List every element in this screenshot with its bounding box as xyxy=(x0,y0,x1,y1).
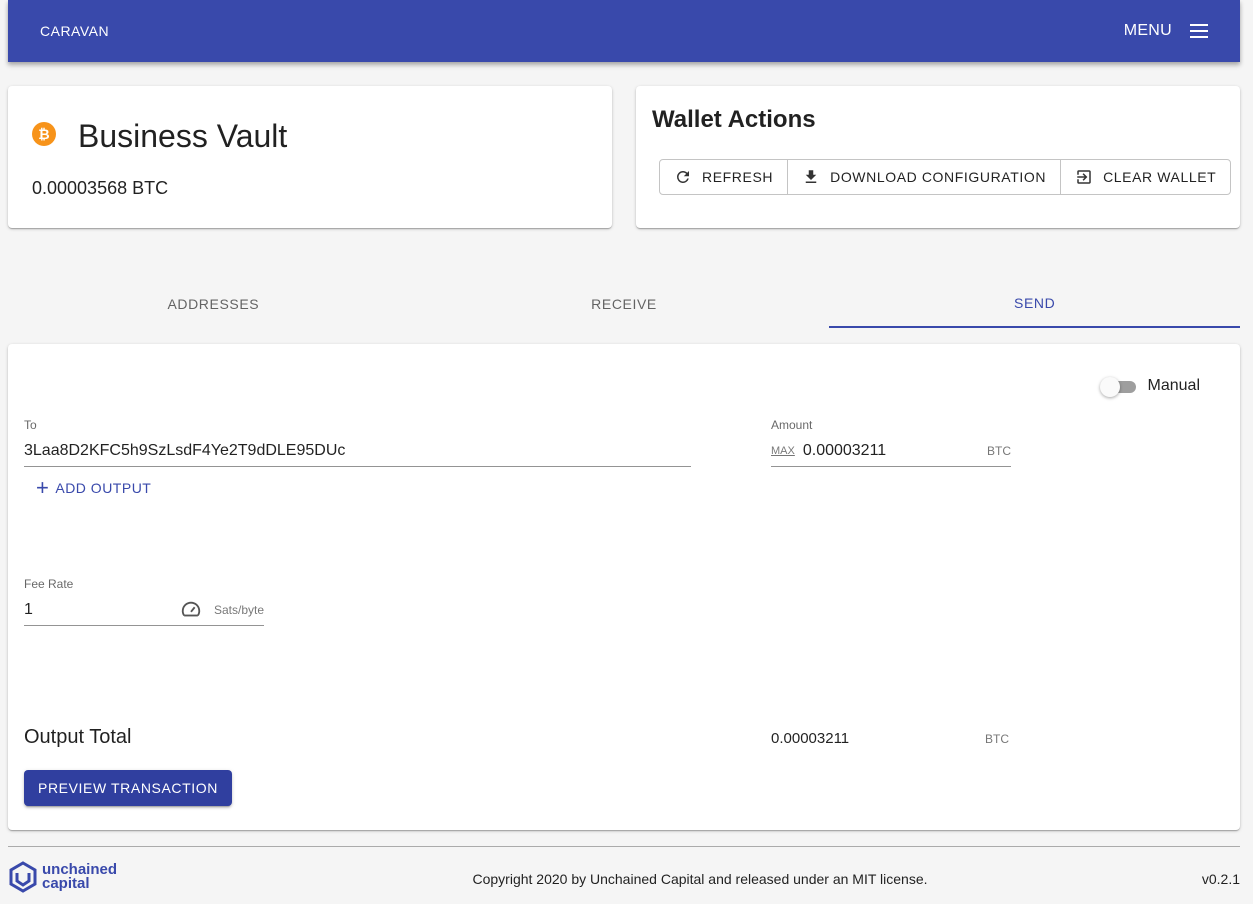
to-field xyxy=(24,435,691,467)
wallet-tabs: ADDRESSES RECEIVE SEND xyxy=(8,280,1241,328)
hamburger-icon xyxy=(1190,24,1208,38)
wallet-actions-button-group: REFRESH DOWNLOAD CONFIGURATION CLEAR WAL… xyxy=(659,159,1232,195)
download-icon xyxy=(805,170,817,183)
max-amount-link[interactable]: MAX xyxy=(771,445,795,457)
refresh-label: REFRESH xyxy=(702,169,774,185)
app-bar: CARAVAN MENU xyxy=(8,0,1240,62)
bitcoin-icon: ₿ xyxy=(32,122,56,146)
add-output-button[interactable]: + ADD OUTPUT xyxy=(36,475,152,500)
wallet-actions-title: Wallet Actions xyxy=(652,106,816,133)
version-label: v0.2.1 xyxy=(1201,871,1240,887)
copyright-text: Copyright 2020 by Unchained Capital and … xyxy=(472,871,928,887)
menu-label: MENU xyxy=(1123,22,1172,39)
to-address-input[interactable] xyxy=(24,441,691,460)
to-label: To xyxy=(24,418,37,432)
menu-button[interactable]: MENU xyxy=(1124,22,1208,40)
amount-input[interactable] xyxy=(802,441,987,460)
fee-rate-field: Sats/byte xyxy=(24,594,264,626)
manual-label: Manual xyxy=(1147,377,1200,394)
preview-transaction-button[interactable]: PREVIEW TRANSACTION xyxy=(24,770,232,806)
footer-divider xyxy=(8,846,1240,847)
fee-rate-label: Fee Rate xyxy=(24,577,74,591)
refresh-button[interactable]: REFRESH xyxy=(660,160,789,194)
refresh-icon xyxy=(676,170,689,183)
plus-icon: + xyxy=(36,475,50,500)
manual-toggle-group: Manual xyxy=(1099,376,1200,397)
fee-rate-input[interactable] xyxy=(24,600,180,619)
amount-label: Amount xyxy=(771,418,813,432)
send-form-card: Manual To Amount MAX BTC + ADD OUTPUT Fe… xyxy=(8,344,1240,830)
output-total-label: Output Total xyxy=(24,726,132,748)
tab-receive[interactable]: RECEIVE xyxy=(419,280,830,328)
tab-addresses[interactable]: ADDRESSES xyxy=(8,280,419,328)
add-output-label: ADD OUTPUT xyxy=(55,480,152,496)
switch-thumb xyxy=(1099,377,1120,397)
clear-wallet-button[interactable]: CLEAR WALLET xyxy=(1061,160,1230,194)
output-total-unit: BTC xyxy=(985,732,1009,746)
download-configuration-label: DOWNLOAD CONFIGURATION xyxy=(830,169,1047,185)
wallet-balance: 0.00003568 BTC xyxy=(32,178,169,198)
fee-rate-unit: Sats/byte xyxy=(213,602,264,617)
app-brand[interactable]: CARAVAN xyxy=(40,23,109,39)
manual-switch[interactable] xyxy=(1099,376,1136,397)
exit-icon xyxy=(1077,170,1091,184)
speedometer-icon[interactable] xyxy=(180,599,202,621)
amount-field: MAX BTC xyxy=(771,435,1011,467)
clear-wallet-label: CLEAR WALLET xyxy=(1103,169,1217,185)
wallet-name: Business Vault xyxy=(78,118,288,154)
wallet-actions-card: Wallet Actions REFRESH DOWNLOAD CONFIGUR… xyxy=(636,86,1240,228)
download-configuration-button[interactable]: DOWNLOAD CONFIGURATION xyxy=(788,160,1062,194)
amount-unit: BTC xyxy=(987,443,1011,458)
wallet-info-card: ₿ Business Vault 0.00003568 BTC xyxy=(8,86,612,228)
output-total-value: 0.00003211 xyxy=(771,730,850,747)
tab-send[interactable]: SEND xyxy=(829,280,1241,328)
